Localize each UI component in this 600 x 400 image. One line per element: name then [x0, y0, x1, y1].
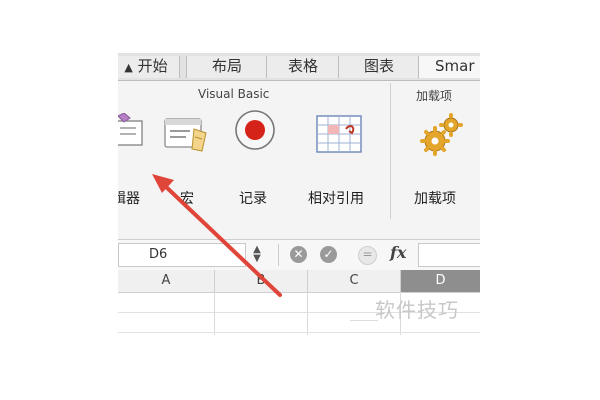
watermark-text: 软件技巧: [375, 298, 459, 322]
watermark-underline: [350, 320, 378, 321]
annotation-arrow: [152, 174, 282, 297]
